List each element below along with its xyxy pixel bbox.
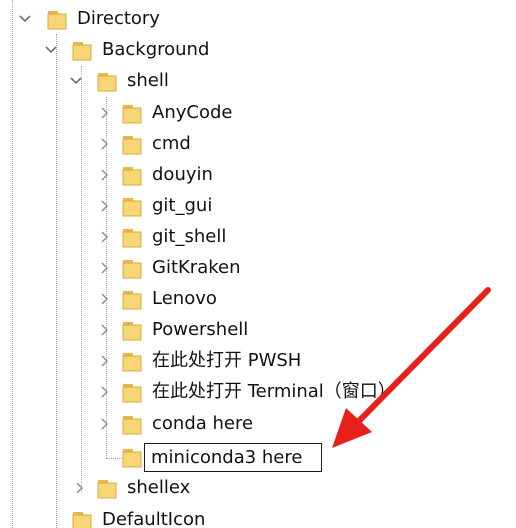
registry-tree-view: Directory Background shell AnyCode cmd d… [0,0,516,528]
red-arrow-icon [332,287,491,448]
